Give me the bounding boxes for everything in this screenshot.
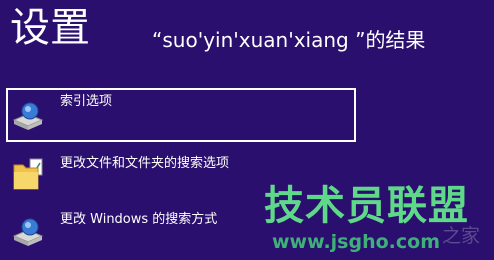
- site-watermark: 技术员联盟 www.jsgho.com 之家: [264, 182, 494, 259]
- search-result-indexing-options[interactable]: 索引选项: [6, 88, 356, 142]
- watermark-url: www.jsgho.com: [272, 231, 440, 253]
- result-label: 索引选项: [60, 94, 113, 109]
- result-label: 更改文件和文件夹的搜索选项: [60, 156, 230, 171]
- folder-options-icon: [10, 156, 46, 192]
- watermark-suffix: 之家: [442, 225, 481, 247]
- result-label: 更改 Windows 的搜索方式: [60, 212, 218, 227]
- indexing-options-icon: [10, 98, 46, 134]
- search-settings-icon: [10, 214, 46, 250]
- search-query-caption: “suo'yin'xuan'xiang ”的结果: [152, 28, 426, 52]
- watermark-title: 技术员联盟: [264, 183, 469, 229]
- page-title: 设置: [10, 5, 90, 51]
